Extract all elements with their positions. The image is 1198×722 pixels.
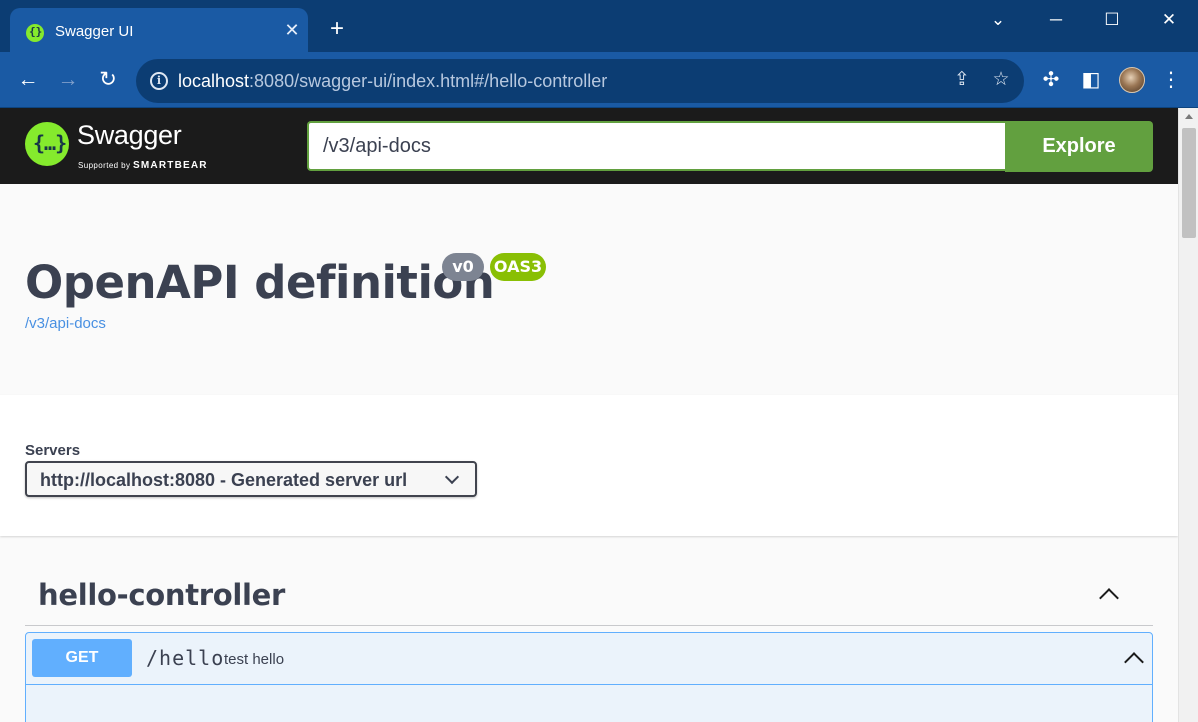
browser-tabstrip: Swagger UI ✕ + ⌄ ─ ☐ ✕	[0, 0, 1198, 52]
bookmark-star-icon[interactable]: ☆	[989, 68, 1013, 92]
address-url[interactable]: localhost:8080/swagger-ui/index.html#/he…	[178, 71, 607, 92]
collapse-chevron-up-icon[interactable]	[1099, 588, 1119, 608]
supported-by-text: Supported by SMARTBEAR	[78, 160, 208, 171]
browser-menu-icon[interactable]: ⋮	[1159, 66, 1183, 94]
swagger-wordmark[interactable]: Swagger	[77, 120, 182, 151]
side-panel-icon[interactable]: ◧	[1079, 66, 1103, 94]
page-title: OpenAPI definition	[25, 256, 495, 309]
tag-title[interactable]: hello-controller	[38, 578, 285, 612]
servers-select[interactable]: http://localhost:8080 - Generated server…	[25, 461, 477, 497]
minimize-button[interactable]: ─	[1044, 8, 1068, 32]
address-bar[interactable]: i localhost:8080/swagger-ui/index.html#/…	[136, 59, 1024, 103]
oas-badge: OAS3	[490, 253, 546, 281]
spec-url-input[interactable]	[307, 121, 1007, 171]
servers-selected-value: http://localhost:8080 - Generated server…	[40, 470, 408, 490]
vertical-scrollbar[interactable]	[1178, 108, 1198, 722]
new-tab-button[interactable]: +	[326, 17, 348, 41]
version-badge: v0	[442, 253, 484, 281]
swagger-favicon-icon	[26, 24, 44, 42]
spec-link[interactable]: /v3/api-docs	[25, 315, 106, 332]
operation-collapse-chevron-icon[interactable]	[1124, 652, 1144, 672]
tag-header-hello-controller[interactable]: hello-controller	[25, 563, 1153, 626]
share-icon[interactable]: ⇪	[950, 68, 974, 92]
swagger-logo-icon[interactable]: {…}	[25, 122, 69, 166]
method-badge: GET	[32, 639, 132, 677]
forward-arrow-icon[interactable]: →	[56, 66, 80, 94]
operation-path: /hello	[146, 646, 225, 670]
operation-summary-text: test hello	[224, 651, 285, 668]
reload-icon[interactable]: ↻	[96, 66, 120, 94]
browser-tab[interactable]: Swagger UI ✕	[10, 8, 308, 52]
operation-get-hello: GET /hello test hello	[25, 632, 1153, 722]
operation-summary[interactable]: GET /hello test hello	[26, 633, 1152, 685]
explore-button[interactable]: Explore	[1005, 121, 1153, 172]
site-info-icon[interactable]: i	[150, 72, 168, 90]
maximize-button[interactable]: ☐	[1100, 8, 1124, 32]
tab-search-icon[interactable]: ⌄	[986, 8, 1010, 32]
servers-section: Servers http://localhost:8080 - Generate…	[0, 395, 1178, 536]
scroll-up-arrow-icon[interactable]	[1185, 114, 1193, 119]
servers-label: Servers	[25, 442, 81, 459]
scrollbar-thumb[interactable]	[1182, 128, 1196, 238]
profile-avatar[interactable]	[1119, 67, 1145, 93]
chevron-down-icon	[444, 469, 460, 485]
page-viewport: {…} Swagger Supported by SMARTBEAR Explo…	[0, 108, 1178, 722]
window-close-button[interactable]: ✕	[1157, 8, 1181, 32]
tab-close-button[interactable]: ✕	[282, 19, 302, 41]
extensions-puzzle-icon[interactable]: ✣	[1039, 66, 1063, 94]
swagger-topbar: {…} Swagger Supported by SMARTBEAR Explo…	[0, 108, 1178, 184]
tab-title: Swagger UI	[55, 23, 134, 40]
back-arrow-icon[interactable]: ←	[16, 66, 40, 94]
